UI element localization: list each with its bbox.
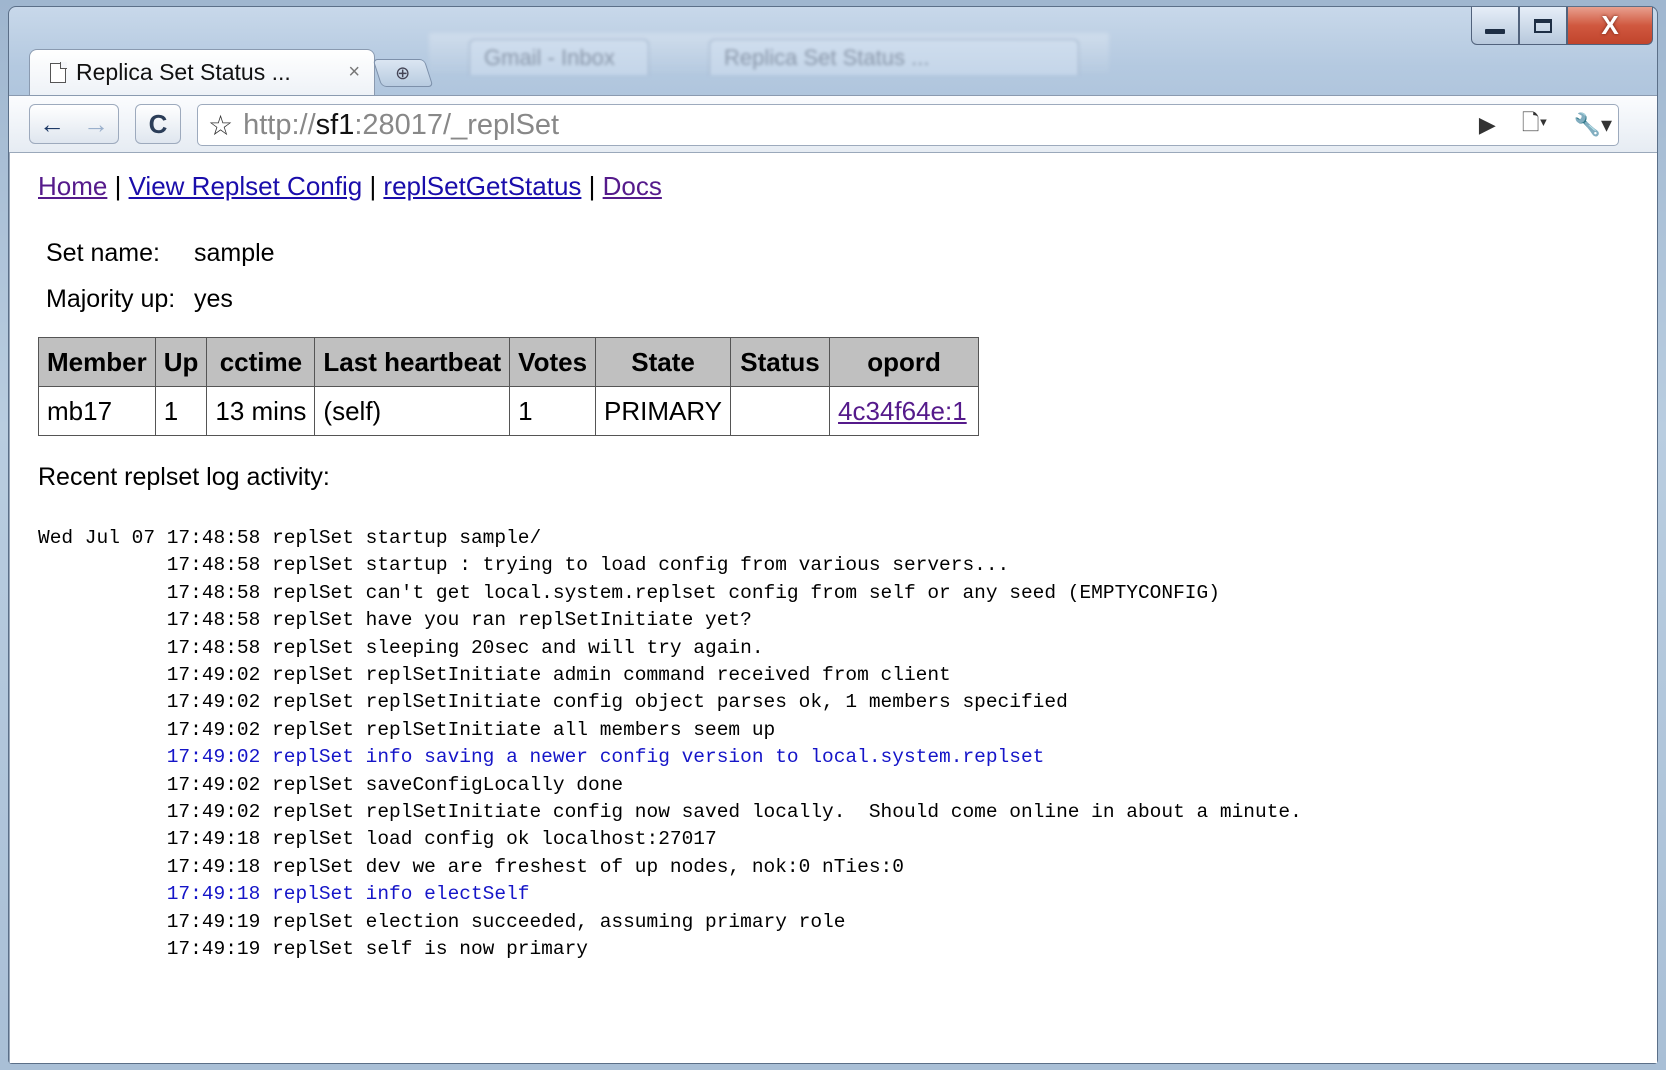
log-line: 17:48:58 replSet can't get local.system.… <box>38 581 1220 604</box>
log-line: 17:48:58 replSet startup : trying to loa… <box>38 554 1010 577</box>
log-line: 17:49:18 replSet info electSelf <box>38 883 530 906</box>
nav-link-replsetgetstatus[interactable]: replSetGetStatus <box>383 171 581 201</box>
set-name-label: Set name: <box>46 239 160 267</box>
page-icon <box>50 62 67 83</box>
log-line: 17:48:58 replSet sleeping 20sec and will… <box>38 636 764 659</box>
col-opord: opord <box>829 337 980 387</box>
maximize-button[interactable] <box>1519 7 1567 45</box>
new-tab-button[interactable]: ⊕ <box>372 59 434 87</box>
ghost-tab-gmail: Gmail - Inbox <box>469 39 649 75</box>
log-line: 17:49:02 replSet replSetInitiate admin c… <box>38 664 951 687</box>
tab-close-icon[interactable]: × <box>348 61 360 84</box>
url-text[interactable]: http://sf1:28017/_replSet <box>243 109 559 142</box>
new-tab-icon: ⊕ <box>395 62 411 83</box>
log-output: Wed Jul 07 17:48:58 replSet startup samp… <box>38 525 1302 964</box>
cell-opord: 4c34f64e:1 <box>829 386 980 436</box>
col-votes: Votes <box>509 337 597 387</box>
nav-link-docs[interactable]: Docs <box>603 171 662 201</box>
minimize-button[interactable] <box>1471 7 1519 45</box>
back-forward-group: ← → <box>29 104 119 144</box>
majority-up-label: Majority up: <box>46 285 176 313</box>
maximize-icon <box>1534 18 1552 33</box>
log-line: Wed Jul 07 17:48:58 replSet startup samp… <box>38 527 542 549</box>
table-row: mb17 1 13 mins (self) 1 PRIMARY 4c34f64e… <box>38 386 980 436</box>
members-table: Member Up cctime Last heartbeat Votes St… <box>38 337 980 436</box>
close-window-button[interactable]: X <box>1567 7 1653 45</box>
log-line: 17:49:02 replSet replSetInitiate config … <box>38 691 1068 714</box>
url-host: sf1 <box>315 108 355 141</box>
nav-link-home[interactable]: Home <box>38 171 107 201</box>
address-bar[interactable]: ☆ http://sf1:28017/_replSet ▶ 🗋▾ 🔧▾ <box>197 104 1619 146</box>
go-arrow-icon[interactable]: ▶ <box>1479 112 1496 138</box>
page-menu-icon[interactable]: 🗋▾ <box>1522 106 1548 144</box>
log-line: 17:49:18 replSet dev we are freshest of … <box>38 855 904 878</box>
cell-status <box>730 386 831 436</box>
log-line: 17:49:02 replSet saveConfigLocally done <box>38 773 624 796</box>
log-line: 17:49:02 replSet info saving a newer con… <box>38 746 1045 769</box>
top-nav: Home | View Replset Config | replSetGetS… <box>38 171 662 201</box>
cell-last-heartbeat: (self) <box>314 386 511 436</box>
tab-replica-set-status[interactable]: Replica Set Status ... × <box>29 49 375 95</box>
minimize-icon <box>1485 29 1505 34</box>
log-title: Recent replset log activity: <box>38 463 330 491</box>
tab-title: Replica Set Status ... <box>76 59 291 85</box>
close-icon: X <box>1601 10 1619 40</box>
majority-up-row: Majority up: yes <box>46 285 233 314</box>
browser-window: Gmail - Inbox Replica Set Status ... X R… <box>8 6 1658 1064</box>
browser-toolbar: ← → C ☆ http://sf1:28017/_replSet ▶ 🗋▾ 🔧… <box>9 95 1657 153</box>
col-member: Member <box>38 337 156 387</box>
cell-state: PRIMARY <box>595 386 732 436</box>
table-header-row: Member Up cctime Last heartbeat Votes St… <box>38 337 980 387</box>
bookmark-star-icon[interactable]: ☆ <box>208 109 233 142</box>
reload-button[interactable]: C <box>135 104 181 144</box>
log-line: 17:49:19 replSet election succeeded, ass… <box>38 910 846 933</box>
nav-link-view-replset-config[interactable]: View Replset Config <box>129 171 363 201</box>
cell-votes: 1 <box>509 386 597 436</box>
cell-cctime: 13 mins <box>206 386 316 436</box>
back-arrow-icon[interactable]: ← <box>39 109 65 140</box>
wrench-menu-icon[interactable]: 🔧▾ <box>1574 112 1612 138</box>
majority-up-value: yes <box>194 285 233 313</box>
cell-member: mb17 <box>38 386 156 436</box>
log-line: 17:48:58 replSet have you ran replSetIni… <box>38 609 752 632</box>
log-line: 17:49:02 replSet replSetInitiate config … <box>38 801 1302 824</box>
opord-link[interactable]: 4c34f64e:1 <box>838 396 967 426</box>
col-up: Up <box>154 337 208 387</box>
cell-up: 1 <box>154 386 208 436</box>
log-line: 17:49:02 replSet replSetInitiate all mem… <box>38 718 776 741</box>
set-name-value: sample <box>194 239 275 267</box>
col-state: State <box>595 337 732 387</box>
log-line: 17:49:19 replSet self is now primary <box>38 938 588 961</box>
log-line: 17:49:18 replSet load config ok localhos… <box>38 828 717 851</box>
set-name-row: Set name: sample <box>46 239 275 268</box>
forward-arrow-icon[interactable]: → <box>83 109 109 140</box>
reload-icon: C <box>148 108 168 139</box>
col-status: Status <box>730 337 831 387</box>
col-cctime: cctime <box>206 337 316 387</box>
col-last-heartbeat: Last heartbeat <box>314 337 511 387</box>
ghost-tab-replset: Replica Set Status ... <box>709 39 1079 75</box>
page-content: Home | View Replset Config | replSetGetS… <box>9 153 1657 1063</box>
window-controls: X <box>1471 7 1653 45</box>
